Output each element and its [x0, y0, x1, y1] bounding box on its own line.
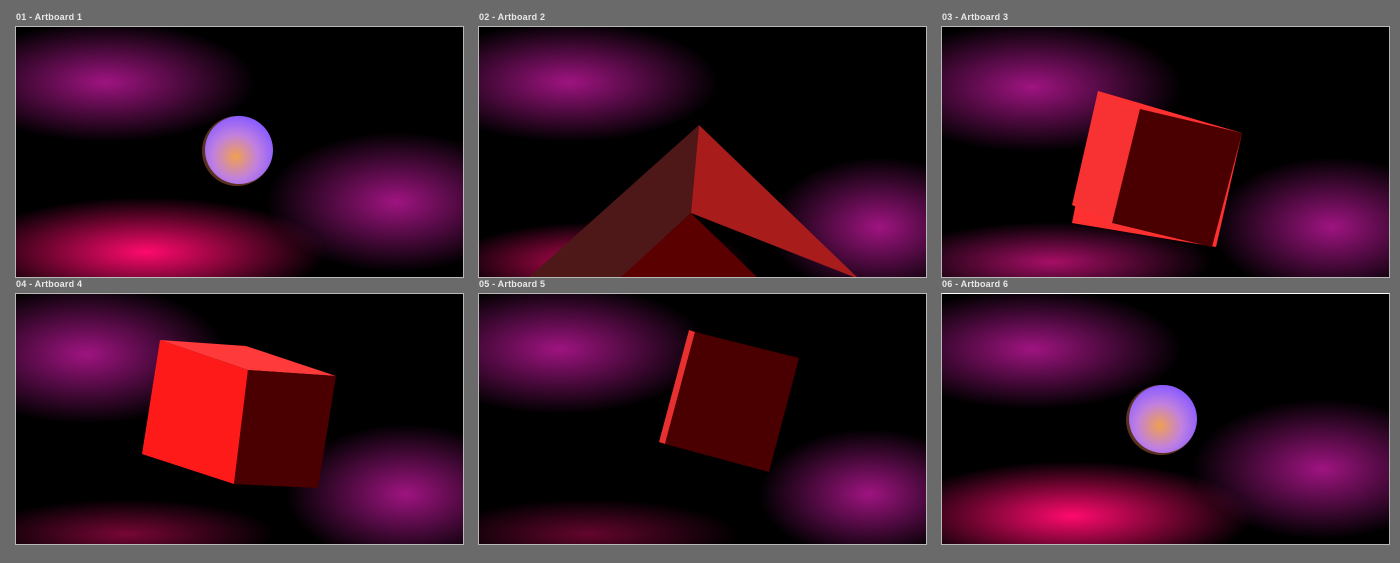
- artboard-6[interactable]: [941, 293, 1390, 545]
- artboard-3[interactable]: [941, 26, 1390, 278]
- sphere: [1129, 385, 1197, 453]
- glow-bottom: [479, 499, 739, 544]
- artboard-label-5[interactable]: 05 - Artboard 5: [479, 279, 545, 289]
- artboard-3-scene: [942, 27, 1389, 277]
- glow-bottom: [16, 499, 276, 544]
- artboard-5[interactable]: [478, 293, 927, 545]
- cube-side-face: [234, 370, 336, 488]
- artboard-2[interactable]: [478, 26, 927, 278]
- artboard-label-6[interactable]: 06 - Artboard 6: [942, 279, 1008, 289]
- artboard-label-4[interactable]: 04 - Artboard 4: [16, 279, 82, 289]
- artboard-4-scene: [16, 294, 463, 544]
- artboard-6-scene: [942, 294, 1389, 544]
- glow-top-left: [479, 27, 719, 142]
- artboard-5-scene: [479, 294, 926, 544]
- sphere: [205, 116, 273, 184]
- artboard-1[interactable]: [15, 26, 464, 278]
- artboard-4[interactable]: [15, 293, 464, 545]
- artboard-1-scene: [16, 27, 463, 277]
- artboard-label-3[interactable]: 03 - Artboard 3: [942, 12, 1008, 22]
- artboard-label-2[interactable]: 02 - Artboard 2: [479, 12, 545, 22]
- artboard-canvas: 01 - Artboard 1 02 - Artboard 2 03 - Art…: [0, 0, 1400, 563]
- artboard-2-scene: [479, 27, 926, 277]
- glow-right: [1212, 157, 1389, 277]
- glow-right: [759, 429, 926, 544]
- artboard-label-1[interactable]: 01 - Artboard 1: [16, 12, 82, 22]
